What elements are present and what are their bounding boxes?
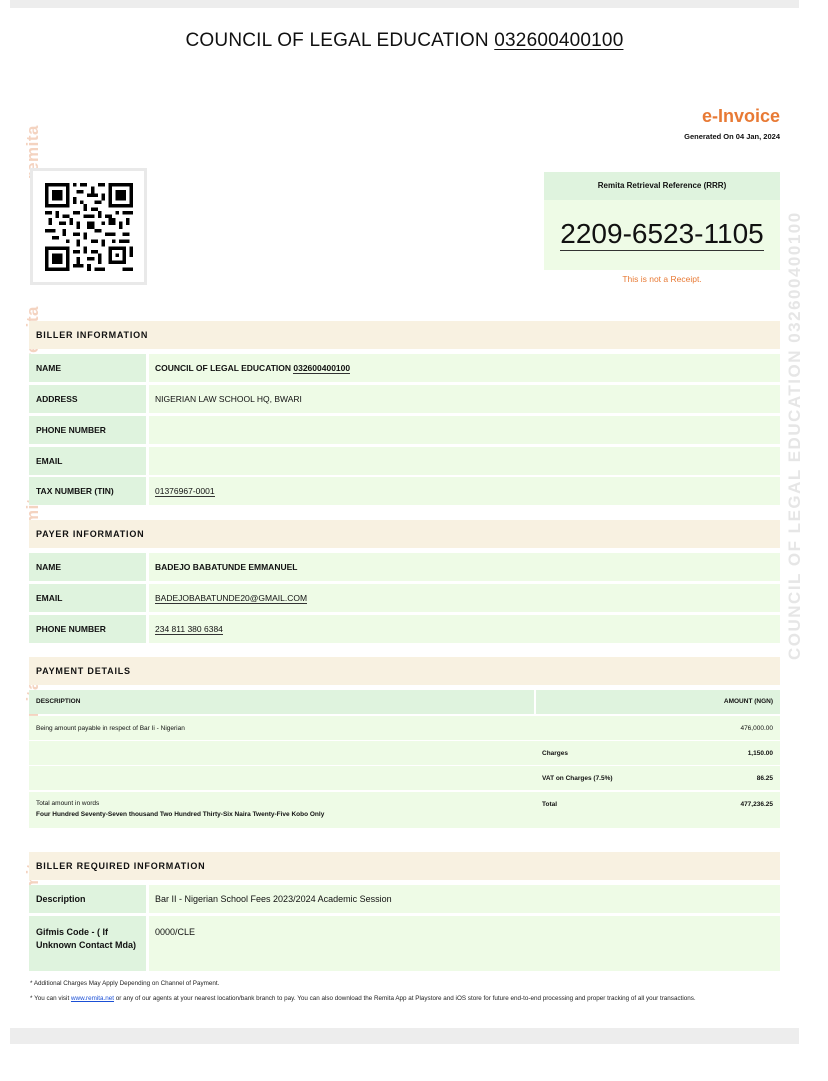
payer-email-value-cell: BADEJOBABATUNDE20@GMAIL.COM: [149, 584, 780, 612]
total-words-label: Total amount in words: [36, 800, 100, 807]
biller-name-label: NAME: [29, 354, 146, 382]
biller-address-row: ADDRESS NIGERIAN LAW SCHOOL HQ, BWARI: [29, 385, 780, 413]
payer-phone-row: PHONE NUMBER 234 811 380 6384: [29, 615, 780, 643]
document-type: e-Invoice: [701, 106, 780, 126]
vat-amount: 86.25: [756, 775, 773, 782]
payer-email-link[interactable]: BADEJOBABATUNDE20@GMAIL.COM: [155, 593, 308, 604]
total-row: Total amount in words Four Hundred Seven…: [29, 792, 780, 828]
total-words-value: Four Hundred Seventy-Seven thousand Two …: [36, 811, 325, 818]
vat-label: VAT on Charges (7.5%): [542, 775, 613, 782]
payment-table-header: DESCRIPTION AMOUNT (NGN): [29, 690, 780, 714]
title-text: COUNCIL OF LEGAL EDUCATION: [185, 30, 489, 51]
bottom-band: [10, 1028, 799, 1044]
required-description-label: Description: [29, 885, 146, 913]
rrr-number-wrap: 2209-6523-1105: [544, 218, 780, 251]
charges-row: Charges 1,150.00: [29, 741, 780, 765]
biller-address-label: ADDRESS: [29, 385, 146, 413]
generated-date: Generated On 04 Jan, 2024: [684, 132, 780, 141]
qr-code-icon: [45, 183, 133, 271]
gifmis-label: Gifmis Code - ( If Unknown Contact Mda): [29, 916, 146, 971]
charges-amount: 1,150.00: [747, 750, 773, 757]
top-band: [10, 0, 799, 8]
rrr-label: Remita Retrieval Reference (RRR): [544, 172, 780, 200]
required-description-value: Bar II - Nigerian School Fees 2023/2024 …: [149, 885, 780, 913]
note-remita-post: or any of our agents at your nearest loc…: [114, 995, 696, 1002]
biller-address-value: NIGERIAN LAW SCHOOL HQ, BWARI: [149, 385, 780, 413]
payer-name-row: NAME BADEJO BABATUNDE EMMANUEL: [29, 553, 780, 581]
biller-tin-link[interactable]: 01376967-0001: [155, 486, 215, 497]
title-code-link[interactable]: 032600400100: [494, 30, 623, 51]
payment-item-row: Being amount payable in respect of Bar I…: [29, 716, 780, 740]
rrr-box: Remita Retrieval Reference (RRR) 2209-65…: [544, 172, 780, 270]
biller-phone-label: PHONE NUMBER: [29, 416, 146, 444]
total-label: Total: [542, 801, 558, 808]
page-title: COUNCIL OF LEGAL EDUCATION 032600400100: [0, 30, 809, 52]
section-payer-information: PAYER INFORMATION: [29, 520, 780, 548]
payer-phone-link[interactable]: 234 811 380 6384: [155, 624, 223, 635]
gifmis-value: 0000/CLE: [149, 916, 780, 971]
payment-item-amount: 476,000.00: [740, 725, 773, 732]
biller-email-label: EMAIL: [29, 447, 146, 475]
col-description: DESCRIPTION: [29, 690, 534, 714]
biller-code-link[interactable]: 032600400100: [293, 363, 351, 374]
required-description-row: Description Bar II - Nigerian School Fee…: [29, 885, 780, 913]
rrr-number: 2209-6523-1105: [560, 218, 764, 251]
biller-name-text: COUNCIL OF LEGAL EDUCATION: [155, 363, 291, 373]
biller-tin-row: TAX NUMBER (TIN) 01376967-0001: [29, 477, 780, 505]
remita-website-link[interactable]: www.remita.net: [71, 995, 114, 1002]
section-payment-details: PAYMENT DETAILS: [29, 657, 780, 685]
section-biller-required-information: BILLER REQUIRED INFORMATION: [29, 852, 780, 880]
biller-phone-value: [149, 416, 780, 444]
charges-label: Charges: [542, 750, 569, 757]
note-remita-pre: * You can visit: [30, 995, 71, 1002]
biller-email-row: EMAIL: [29, 447, 780, 475]
biller-name-row: NAME COUNCIL OF LEGAL EDUCATION 03260040…: [29, 354, 780, 382]
note-additional-charges: * Additional Charges May Apply Depending…: [30, 980, 220, 987]
payment-item-desc: Being amount payable in respect of Bar I…: [36, 725, 185, 732]
payer-name-label: NAME: [29, 553, 146, 581]
biller-phone-row: PHONE NUMBER: [29, 416, 780, 444]
biller-name-value: COUNCIL OF LEGAL EDUCATION 032600400100: [149, 354, 780, 382]
payer-phone-label: PHONE NUMBER: [29, 615, 146, 643]
biller-email-value: [149, 447, 780, 475]
not-receipt-note: This is not a Receipt.: [622, 274, 702, 284]
total-amount: 477,236.25: [740, 801, 773, 808]
payer-phone-value-cell: 234 811 380 6384: [149, 615, 780, 643]
section-biller-information: BILLER INFORMATION: [29, 321, 780, 349]
col-amount: AMOUNT (NGN): [536, 690, 780, 714]
qr-code: [30, 168, 147, 285]
biller-tin-value-cell: 01376967-0001: [149, 477, 780, 505]
payer-email-row: EMAIL BADEJOBABATUNDE20@GMAIL.COM: [29, 584, 780, 612]
gifmis-row: Gifmis Code - ( If Unknown Contact Mda) …: [29, 916, 780, 971]
biller-tin-label: TAX NUMBER (TIN): [29, 477, 146, 505]
payer-name-value: BADEJO BABATUNDE EMMANUEL: [149, 553, 780, 581]
note-remita: * You can visit www.remita.net or any of…: [30, 995, 696, 1002]
vat-row: VAT on Charges (7.5%) 86.25: [29, 766, 780, 790]
payer-email-label: EMAIL: [29, 584, 146, 612]
vertical-watermark: COUNCIL OF LEGAL EDUCATION 032600400100: [785, 211, 804, 660]
